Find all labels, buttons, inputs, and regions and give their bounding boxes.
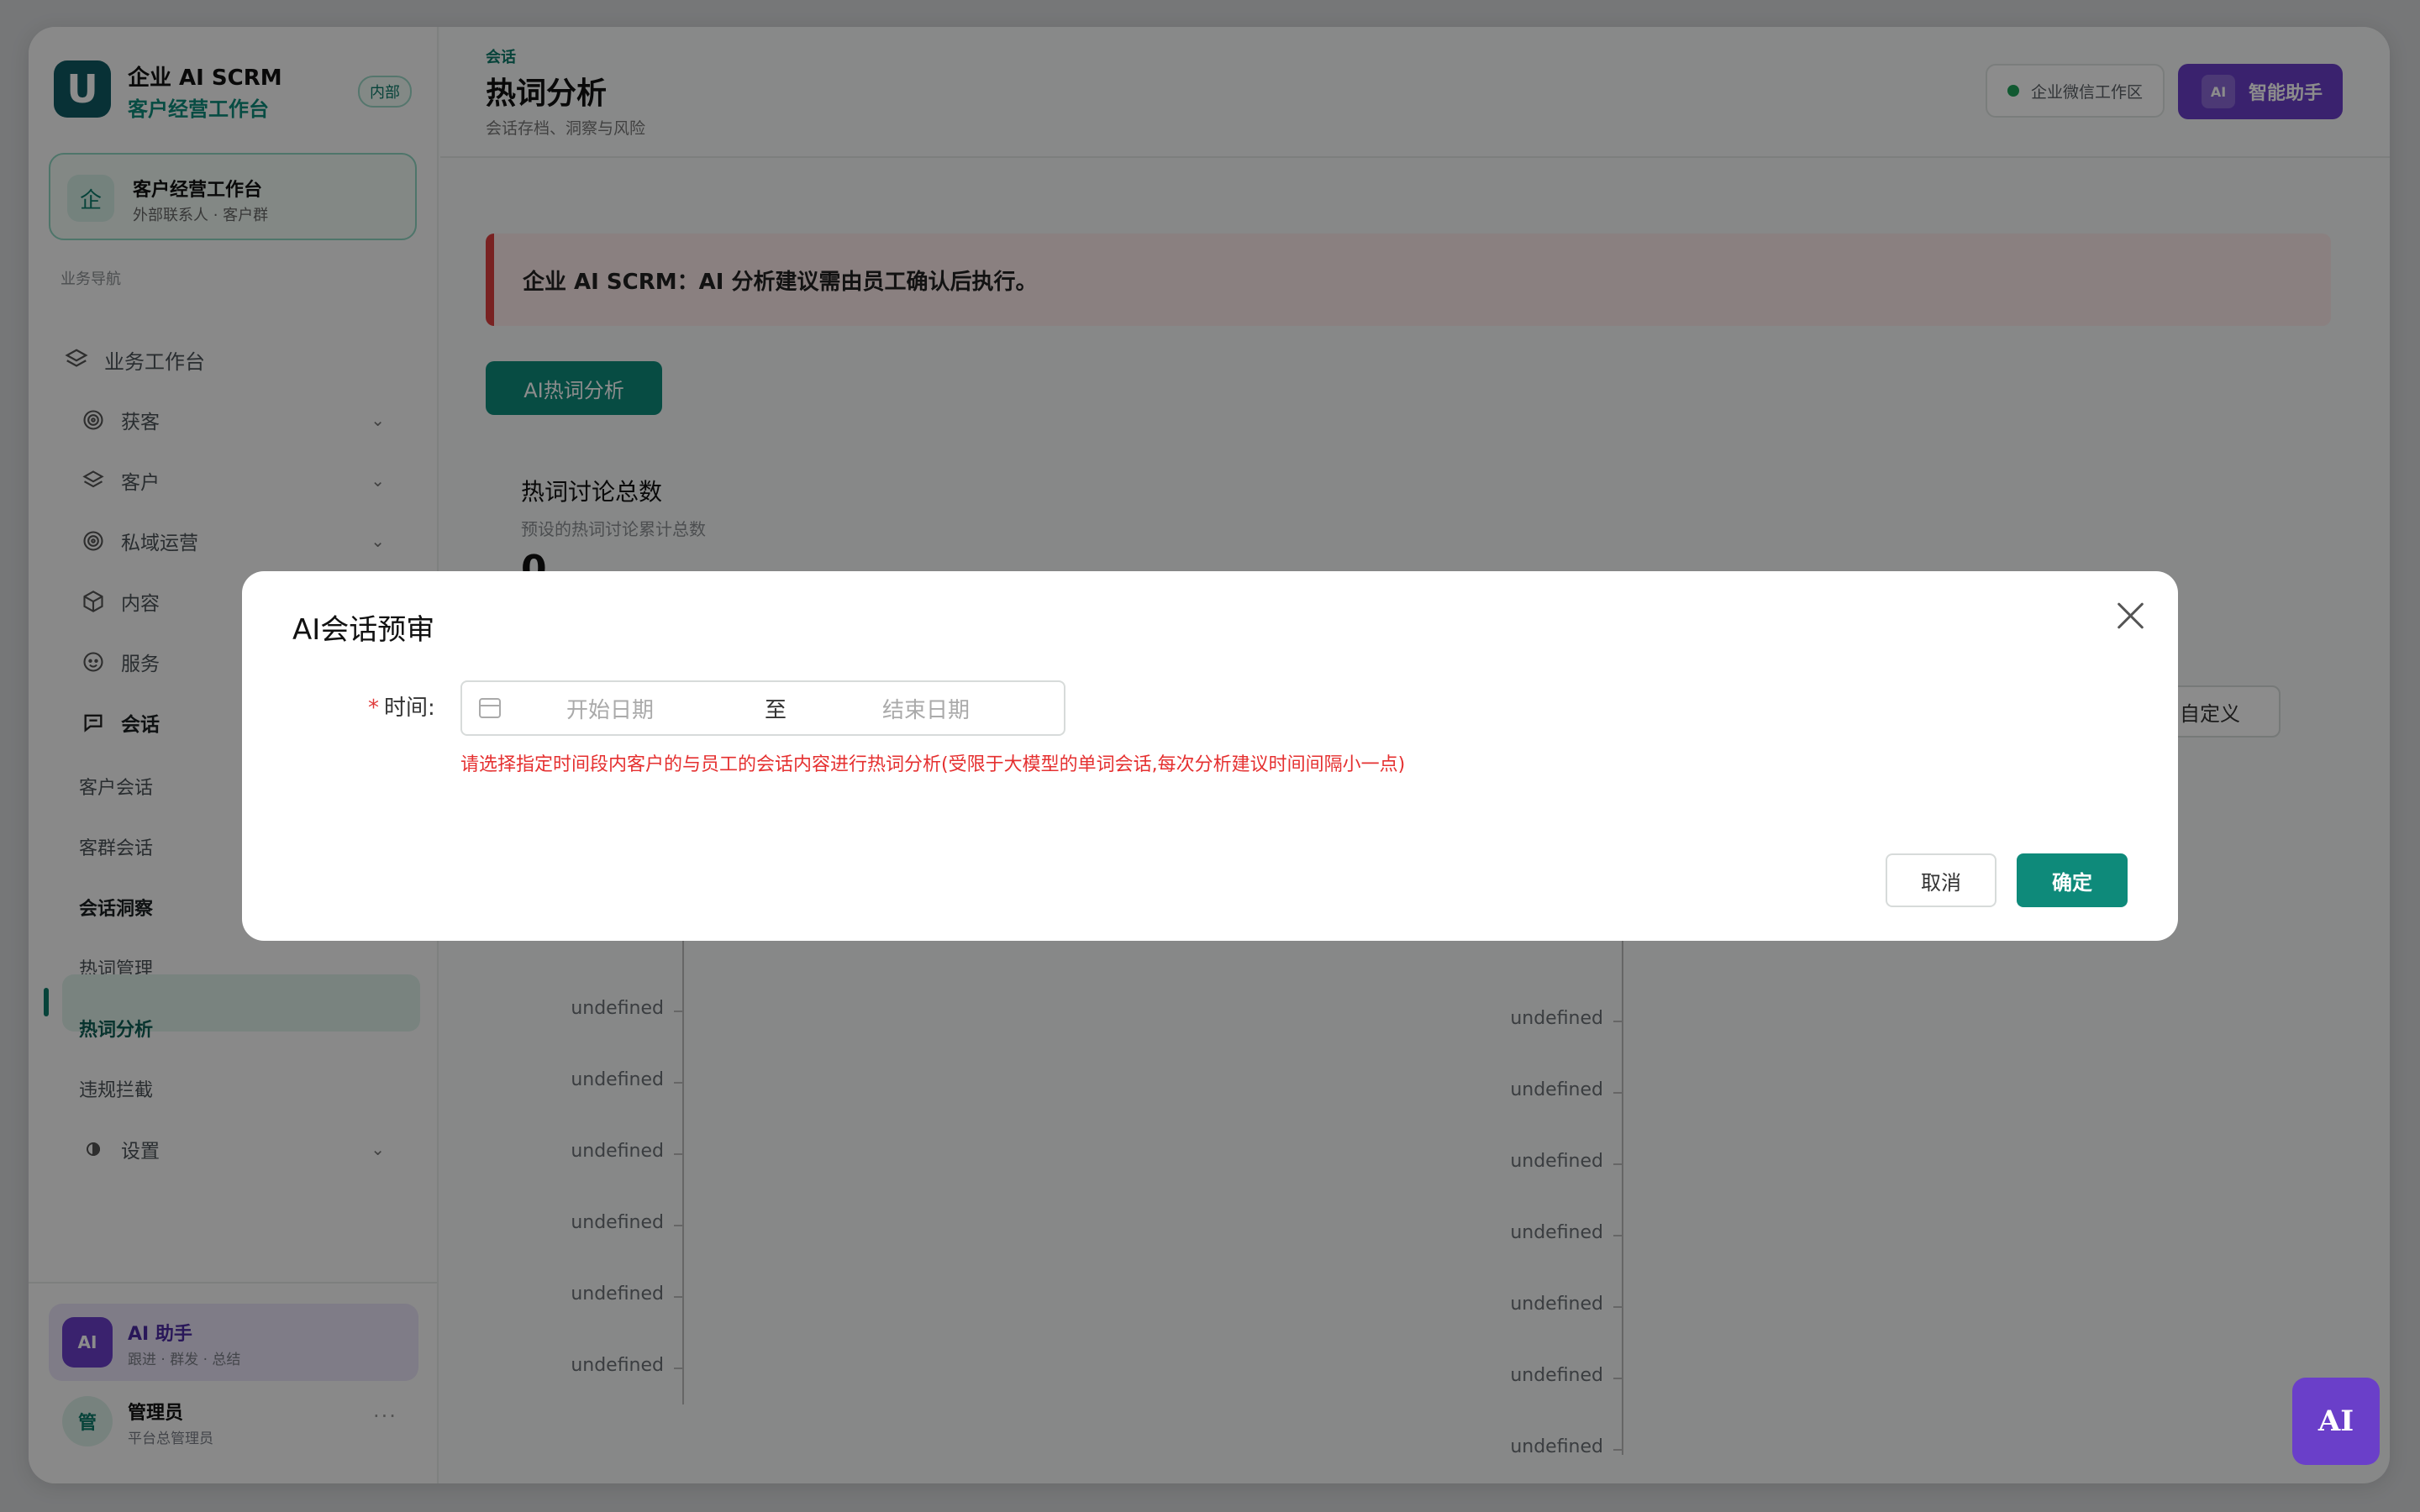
- cancel-button[interactable]: 取消: [1886, 853, 1996, 907]
- ai-floating-button[interactable]: AI: [2292, 1378, 2380, 1465]
- date-range-separator: 至: [765, 697, 787, 723]
- modal-title: AI会话预审: [292, 613, 435, 647]
- end-date-input[interactable]: 结束日期: [882, 693, 970, 724]
- date-range-picker[interactable]: 开始日期 至 结束日期: [460, 680, 1065, 736]
- time-field-label: * 时间:: [368, 690, 435, 722]
- close-icon[interactable]: [2111, 596, 2149, 635]
- time-help-text: 请选择指定时间段内客户的与员工的会话内容进行热词分析(受限于大模型的单词会话,每…: [460, 754, 1406, 775]
- ai-session-review-dialog: AI会话预审 * 时间: 开始日期 至 结束日期 请选择指定时间段内客户的与员工的…: [242, 571, 2178, 941]
- required-mark: *: [368, 696, 379, 721]
- calendar-icon: [479, 698, 501, 718]
- time-label-text: 时间:: [384, 696, 435, 721]
- confirm-button[interactable]: 确定: [2017, 853, 2128, 907]
- start-date-input[interactable]: 开始日期: [566, 693, 726, 724]
